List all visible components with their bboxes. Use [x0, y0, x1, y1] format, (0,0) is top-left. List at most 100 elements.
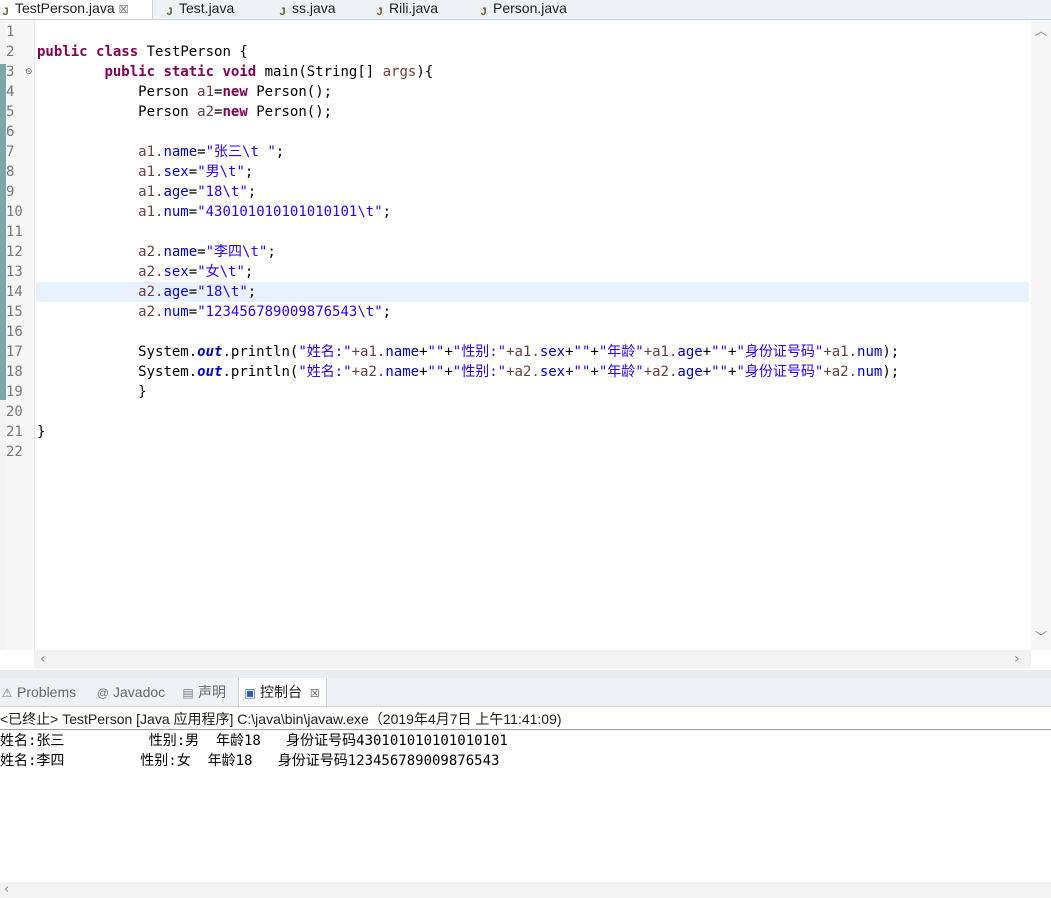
console-horizontal-scrollbar[interactable]: ‹ [0, 882, 1051, 898]
scroll-left-icon[interactable]: ‹ [4, 882, 9, 898]
keyword: static [163, 64, 215, 80]
object-ref: a2. [138, 304, 164, 320]
field-ref: num [163, 304, 189, 320]
divider [0, 729, 1051, 730]
java-file-icon: J [279, 6, 286, 18]
code-text: = [188, 264, 198, 280]
line-number: 18 [6, 364, 23, 380]
line-number: 20 [6, 404, 23, 420]
object-ref: a1. [138, 204, 164, 220]
code-text: Person [138, 84, 198, 100]
code-line[interactable]: public static void main(String[] args){ [37, 62, 433, 82]
close-icon[interactable]: ☒ [310, 688, 320, 700]
keyword: public [37, 44, 88, 60]
close-icon[interactable]: ☒ [119, 4, 129, 16]
object-ref: +a2. [643, 364, 678, 380]
code-text: + [565, 364, 574, 380]
code-text: = [188, 284, 198, 300]
line-number: 3 [6, 64, 15, 80]
field-ref: age [677, 344, 703, 360]
field-ref: name [385, 344, 420, 360]
object-ref: +a1. [351, 344, 386, 360]
code-line[interactable]: a1.num="430101010101010101\t"; [37, 202, 391, 222]
fold-collapse-icon[interactable]: ⊖ [25, 62, 33, 82]
tab-person-java[interactable]: J Person.java [478, 0, 567, 19]
code-text: System. [138, 344, 198, 360]
scroll-down-icon[interactable]: ﹀ [1035, 628, 1047, 645]
code-text: ){ [416, 64, 434, 80]
static-field: out [197, 364, 223, 380]
code-line[interactable]: Person a1=new Person(); [37, 82, 332, 102]
object-ref: +a2. [351, 364, 386, 380]
console-line: 姓名:张三 性别:男 年龄18 身份证号码430101010101010101 [0, 733, 508, 749]
code-text: .println( [222, 344, 299, 360]
code-line[interactable]: } [37, 422, 45, 442]
code-line[interactable]: } [37, 382, 146, 402]
code-line[interactable]: a2.age="18\t"; [37, 282, 256, 302]
tab-label: Person.java [493, 0, 567, 16]
console-status: <已终止> TestPerson [Java 应用程序] C:\java\bin… [0, 711, 562, 727]
scroll-up-icon[interactable]: ︿ [1035, 22, 1047, 39]
code-line[interactable]: Person a2=new Person(); [37, 102, 332, 122]
code-text: + [419, 364, 428, 380]
string-literal: "" [427, 344, 445, 360]
view-tab-bar: ⚠ Problems @ Javadoc ▤ 声明 ▣ 控制台 ☒ [0, 678, 1051, 707]
tab-ss-java[interactable]: Jss.java [277, 0, 336, 19]
line-number: 11 [6, 224, 23, 240]
code-line[interactable]: a2.num="123456789009876543\t"; [37, 302, 391, 322]
vertical-scrollbar[interactable]: ︿ ﹀ [1031, 20, 1051, 650]
code-line[interactable]: a2.sex="女\t"; [37, 262, 253, 282]
line-number: 19 [6, 384, 23, 400]
scroll-left-icon[interactable]: ‹ [40, 650, 46, 668]
code-line[interactable]: a1.sex="男\t"; [37, 162, 253, 182]
code-line[interactable]: System.out.println("姓名:"+a1.name+""+"性别:… [37, 342, 899, 362]
code-text: ; [275, 144, 285, 160]
tab-problems[interactable]: ⚠ Problems [0, 678, 77, 706]
string-literal: "姓名:" [298, 344, 352, 360]
string-literal: "" [573, 364, 591, 380]
code-text: = [197, 144, 206, 160]
tab-test-java[interactable]: J Test.java [164, 0, 234, 19]
code-text: ; [247, 284, 257, 300]
tab-label: ss.java [292, 0, 336, 16]
code-line[interactable]: public class TestPerson { [37, 42, 248, 62]
line-number: 22 [6, 444, 23, 460]
field-ref: age [163, 184, 189, 200]
tab-console[interactable]: ▣ 控制台 ☒ [238, 678, 327, 706]
code-text: + [702, 344, 712, 360]
tab-label: TestPerson.java [15, 0, 115, 16]
tab-declaration[interactable]: ▤ 声明 [181, 678, 226, 706]
object-ref: a2. [138, 264, 164, 280]
code-text: System. [138, 364, 198, 380]
code-text: .println( [222, 364, 299, 380]
tab-rili-java[interactable]: J Rili.java [374, 0, 438, 19]
scroll-right-icon[interactable]: › [1014, 650, 1020, 668]
code-line[interactable]: System.out.println("姓名:"+a2.name+""+"性别:… [37, 362, 899, 382]
horizontal-scrollbar[interactable]: ‹ › [34, 650, 1031, 668]
code-line[interactable]: a1.age="18\t"; [37, 182, 256, 202]
tab-javadoc[interactable]: @ Javadoc [96, 678, 165, 706]
parameter: args [382, 64, 417, 80]
field-ref: sex [163, 264, 189, 280]
code-editor[interactable]: 1 2 3 ⊖ 4 5 6 7 8 9 10 11 12 13 14 15 16… [0, 20, 1031, 650]
tab-testperson-java[interactable]: J TestPerson.java ☒ [0, 0, 153, 19]
string-literal: "姓名:" [298, 364, 352, 380]
code-text: ; [267, 244, 276, 260]
panel-separator[interactable] [0, 670, 1051, 678]
java-file-icon: J [376, 6, 383, 18]
java-file-icon: J [480, 6, 487, 18]
line-number: 2 [6, 44, 15, 60]
console-output[interactable]: <已终止> TestPerson [Java 应用程序] C:\java\bin… [0, 707, 1051, 882]
field-ref: num [857, 344, 883, 360]
field-ref: name [385, 364, 420, 380]
line-number: 16 [6, 324, 23, 340]
field-ref: sex [539, 364, 566, 380]
keyword: void [222, 64, 257, 80]
string-literal: "年龄" [598, 364, 644, 380]
code-line[interactable]: a1.name="张三\t "; [37, 142, 284, 162]
code-line[interactable]: a2.name="李四\t"; [37, 242, 276, 262]
line-number: 4 [6, 84, 15, 100]
string-literal: "男\t" [197, 164, 245, 180]
object-ref: a2. [138, 284, 164, 300]
code-text: Person(); [247, 84, 333, 100]
